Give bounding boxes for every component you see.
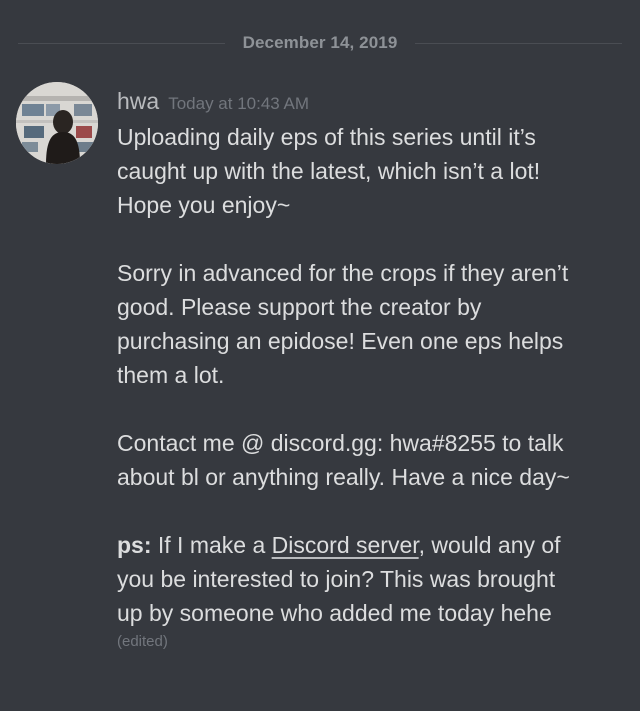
paragraph-3: Contact me @ discord.gg: hwa#8255 to tal… <box>117 426 622 494</box>
divider-line-left <box>18 42 225 44</box>
message-body: Uploading daily eps of this series until… <box>117 120 622 653</box>
avatar-photo-icon <box>16 82 98 164</box>
date-divider: December 14, 2019 <box>18 31 622 55</box>
text-line: caught up with the latest, which isn’t a… <box>117 158 541 184</box>
ps-text-after-link: , would any of <box>418 532 561 558</box>
text-line: them a lot. <box>117 362 225 388</box>
text-line: Uploading daily eps of this series until… <box>117 124 536 150</box>
text-line: about bl or anything really. Have a nice… <box>117 464 570 490</box>
text-line: Contact me @ discord.gg: hwa#8255 to tal… <box>117 430 564 456</box>
text-line: good. Please support the creator by <box>117 294 482 320</box>
ps-label: ps: <box>117 532 152 558</box>
paragraph-ps: ps: If I make a Discord server, would an… <box>117 528 622 630</box>
discord-server-link[interactable]: Discord server <box>272 532 419 558</box>
divider-date: December 14, 2019 <box>242 33 398 52</box>
ps-text-before-link: If I make a <box>151 532 272 558</box>
paragraph-2: Sorry in advanced for the crops if they … <box>117 256 622 392</box>
text-line: up by someone who added me today hehe <box>117 600 552 626</box>
text-line: Hope you enjoy~ <box>117 192 291 218</box>
divider-line-right <box>415 42 622 44</box>
message-header: hwa Today at 10:43 AM <box>117 88 622 120</box>
paragraph-1: Uploading daily eps of this series until… <box>117 120 622 222</box>
text-line: you be interested to join? This was brou… <box>117 566 556 592</box>
edited-label: (edited) <box>117 633 168 650</box>
text-line: purchasing an epidose! Even one eps help… <box>117 328 564 354</box>
message-content: hwa Today at 10:43 AM Uploading daily ep… <box>117 88 622 653</box>
chat-screen: December 14, 2019 hwa Today at 10:43 AM … <box>0 0 640 711</box>
message-timestamp: Today at 10:43 AM <box>168 94 310 113</box>
user-avatar[interactable] <box>16 82 98 164</box>
text-line: Sorry in advanced for the crops if they … <box>117 260 569 286</box>
username[interactable]: hwa <box>117 88 159 115</box>
